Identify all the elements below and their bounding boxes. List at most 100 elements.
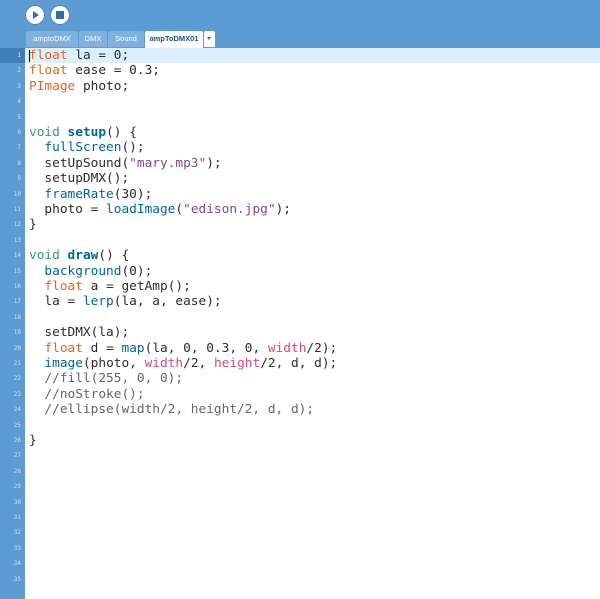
code-line: photo = loadImage("edison.jpg"); bbox=[29, 202, 291, 217]
chevron-down-icon bbox=[207, 37, 211, 40]
code-token: photo; bbox=[75, 78, 130, 94]
line-number: 25 bbox=[13, 421, 21, 429]
code-token: setUpSound( bbox=[29, 155, 130, 171]
code-line: } bbox=[29, 217, 37, 232]
code-token: (0); bbox=[121, 263, 153, 279]
code-token: //noStroke(); bbox=[29, 386, 145, 402]
code-line: float la = 0; bbox=[29, 48, 129, 63]
line-number: 24 bbox=[13, 406, 21, 414]
line-number: 35 bbox=[13, 575, 21, 583]
code-token: fullScreen bbox=[44, 140, 122, 156]
code-token: (30); bbox=[113, 186, 153, 202]
code-token: float bbox=[29, 48, 68, 63]
code-token: ease = 0.3; bbox=[67, 63, 160, 79]
code-token: map bbox=[121, 340, 145, 356]
code-token: /2, d, d); bbox=[260, 356, 338, 371]
code-token: "edison.jpg" bbox=[183, 202, 276, 217]
code-line: void setup() { bbox=[29, 125, 137, 140]
line-number: 18 bbox=[13, 313, 21, 321]
line-number: 29 bbox=[13, 483, 21, 491]
line-number: 1 bbox=[17, 52, 21, 59]
code-token: (la, a, ease); bbox=[113, 294, 222, 310]
line-number: 30 bbox=[13, 498, 21, 506]
code-token: (); bbox=[121, 140, 145, 156]
code-token: ); bbox=[275, 202, 291, 217]
line-number: 26 bbox=[13, 437, 21, 444]
stop-button[interactable] bbox=[50, 5, 70, 25]
tab-dmx[interactable]: DMX bbox=[79, 31, 107, 47]
code-editor[interactable]: float la = 0; float ease = 0.3; PImage pho… bbox=[25, 48, 600, 599]
line-number: 4 bbox=[17, 98, 21, 106]
line-number: 6 bbox=[17, 129, 21, 136]
code-line: setUpSound("mary.mp3"); bbox=[29, 155, 222, 171]
play-icon bbox=[33, 11, 39, 19]
code-token: /2); bbox=[306, 340, 338, 356]
code-token: PImage bbox=[29, 78, 76, 94]
run-button[interactable] bbox=[25, 5, 45, 25]
line-number: 32 bbox=[13, 529, 21, 537]
code-token: loadImage bbox=[106, 202, 176, 217]
line-number: 34 bbox=[13, 560, 21, 568]
code-token: width bbox=[267, 340, 307, 356]
code-token: a = getAmp(); bbox=[82, 279, 191, 294]
line-number: 3 bbox=[17, 82, 21, 90]
code-token: //fill(255, 0, 0); bbox=[29, 371, 184, 387]
tab-amptodmx01[interactable]: ampToDMX01 bbox=[145, 31, 203, 48]
line-number: 7 bbox=[17, 144, 21, 152]
code-line: PImage photo; bbox=[29, 79, 129, 94]
line-number: 20 bbox=[13, 344, 21, 352]
code-token: float bbox=[44, 340, 83, 356]
code-token: () { bbox=[98, 248, 130, 264]
code-token: } bbox=[29, 433, 37, 448]
code-line: //fill(255, 0, 0); bbox=[29, 371, 183, 386]
line-number: 19 bbox=[13, 329, 21, 337]
line-number: 22 bbox=[13, 375, 21, 383]
code-line: void draw() { bbox=[29, 248, 129, 263]
code-line: fullScreen(); bbox=[29, 140, 145, 156]
line-number: 2 bbox=[17, 67, 21, 75]
line-number: 33 bbox=[13, 544, 21, 552]
code-token: setDMX(la); bbox=[29, 325, 130, 341]
code-token: width bbox=[144, 356, 184, 371]
code-token: /2, bbox=[183, 356, 214, 371]
code-token: void bbox=[29, 248, 60, 264]
line-number: 13 bbox=[13, 236, 21, 244]
line-number: 15 bbox=[13, 267, 21, 275]
line-number: 21 bbox=[13, 360, 21, 367]
code-token: (la, 0, 0.3, 0, bbox=[144, 340, 268, 356]
line-number-gutter: 1 2 3 4 5 6 7 8 9 10 11 12 13 14 15 16 17 18 19 20 21 22 23 24 2… bbox=[0, 48, 25, 599]
code-token: ( bbox=[175, 202, 184, 217]
code-line: background(0); bbox=[29, 264, 152, 279]
code-token: setup bbox=[67, 125, 107, 140]
line-number: 12 bbox=[13, 221, 21, 229]
line-number: 5 bbox=[17, 113, 21, 121]
code-line: float ease = 0.3; bbox=[29, 63, 160, 78]
code-token: d = bbox=[82, 340, 122, 356]
text-caret bbox=[29, 50, 30, 62]
code-token: frameRate bbox=[44, 186, 114, 202]
line-number: 9 bbox=[17, 175, 21, 183]
tab-amptodmx[interactable]: amptoDMX bbox=[26, 31, 78, 47]
line-number: 23 bbox=[13, 390, 21, 398]
tab-menu-button[interactable] bbox=[204, 31, 215, 47]
code-line: setDMX(la); bbox=[29, 325, 129, 340]
line-number: 8 bbox=[17, 159, 21, 167]
code-token: la = bbox=[29, 294, 83, 310]
code-token: la = 0; bbox=[67, 48, 130, 63]
code-line: la = lerp(la, a, ease); bbox=[29, 294, 222, 310]
code-token: ); bbox=[206, 155, 222, 171]
tab-sound[interactable]: Sound bbox=[108, 31, 144, 47]
code-token: setupDMX(); bbox=[29, 171, 130, 187]
line-number: 10 bbox=[13, 190, 21, 198]
code-line: frameRate(30); bbox=[29, 187, 152, 202]
toolbar bbox=[0, 0, 600, 31]
code-token: draw bbox=[67, 248, 99, 264]
line-number: 16 bbox=[13, 283, 21, 290]
tab-bar: amptoDMX DMX Sound ampToDMX01 bbox=[0, 31, 600, 48]
